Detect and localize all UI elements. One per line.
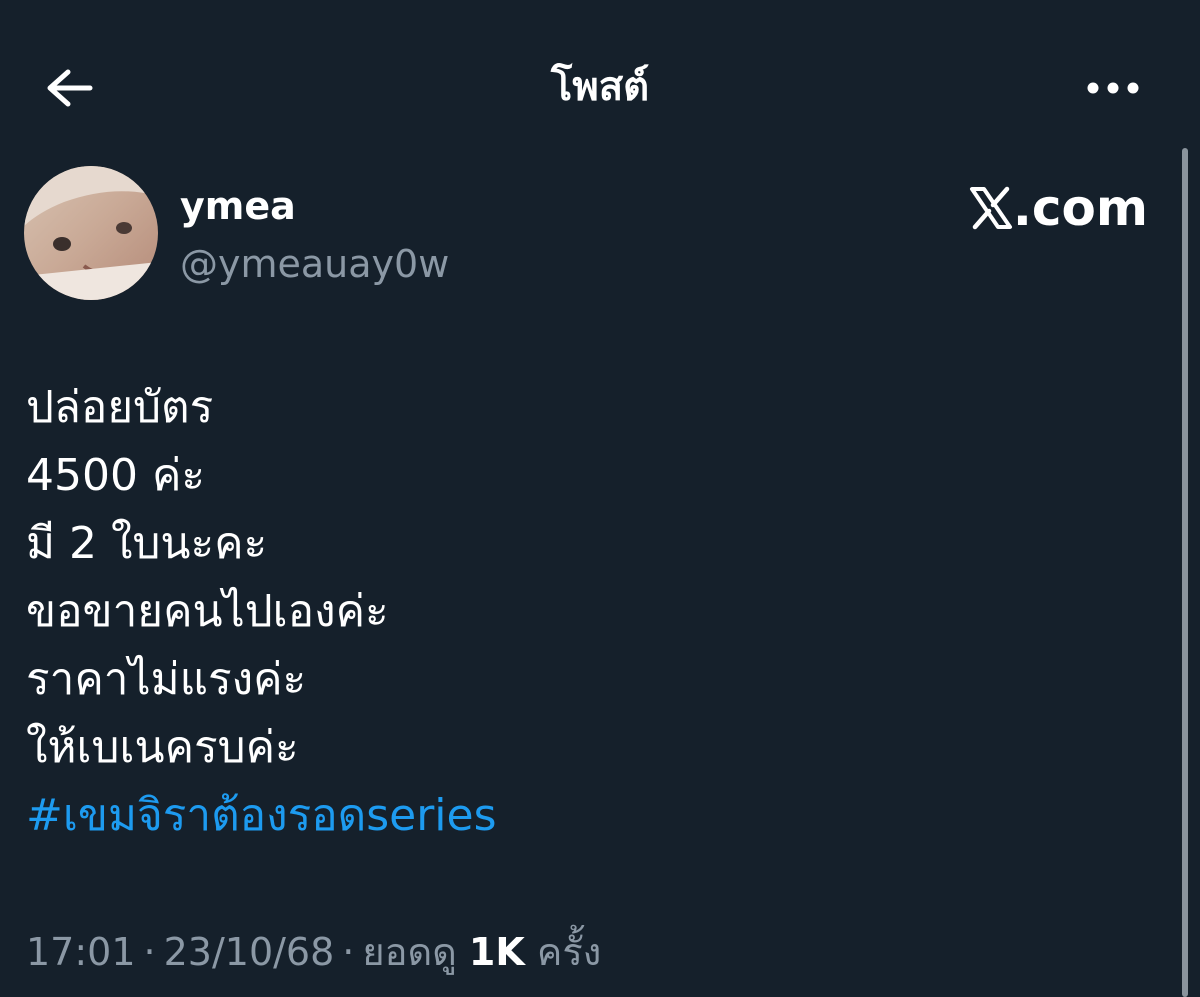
post-body: ปล่อยบัตร 4500 ค่ะ มี 2 ใบนะคะ ขอขายคนไป… xyxy=(26,374,497,850)
post-line: 4500 ค่ะ xyxy=(26,450,206,501)
meta-separator: · xyxy=(143,930,156,974)
post-line: ปล่อยบัตร xyxy=(26,382,214,433)
meta-separator: · xyxy=(342,930,355,974)
user-handle[interactable]: @ymeauay0w xyxy=(180,238,449,290)
scrollbar[interactable] xyxy=(1182,148,1188,997)
post-date[interactable]: 23/10/68 xyxy=(164,930,335,974)
post-line: ให้เบเนครบค่ะ xyxy=(26,722,299,773)
avatar-image xyxy=(24,166,158,300)
x-logo-icon xyxy=(969,186,1012,230)
views-count: 1K xyxy=(468,930,525,974)
post-time[interactable]: 17:01 xyxy=(26,930,136,974)
x-watermark: .com xyxy=(969,178,1148,238)
avatar[interactable] xyxy=(24,166,158,300)
hashtag-link[interactable]: #เขมจิราต้องรอดseries xyxy=(26,782,497,850)
post-line: มี 2 ใบนะคะ xyxy=(26,518,268,569)
display-name[interactable]: ymea xyxy=(180,180,296,232)
page-title: โพสต์ xyxy=(550,64,650,110)
post-screen: โพสต์ ymea @ymeauay0w .com ปล่อยบัตร 450… xyxy=(0,0,1200,997)
more-button[interactable] xyxy=(1078,60,1148,116)
post-line: ราคาไม่แรงค่ะ xyxy=(26,654,307,705)
views-label: ยอดดู xyxy=(362,930,457,974)
post-meta: 17:01 · 23/10/68 · ยอดดู 1K ครั้ง xyxy=(26,922,601,982)
watermark-text: .com xyxy=(1012,179,1148,237)
more-horizontal-icon xyxy=(1087,82,1139,94)
post-line: ขอขายคนไปเองค่ะ xyxy=(26,586,389,637)
views-unit: ครั้ง xyxy=(536,930,602,974)
